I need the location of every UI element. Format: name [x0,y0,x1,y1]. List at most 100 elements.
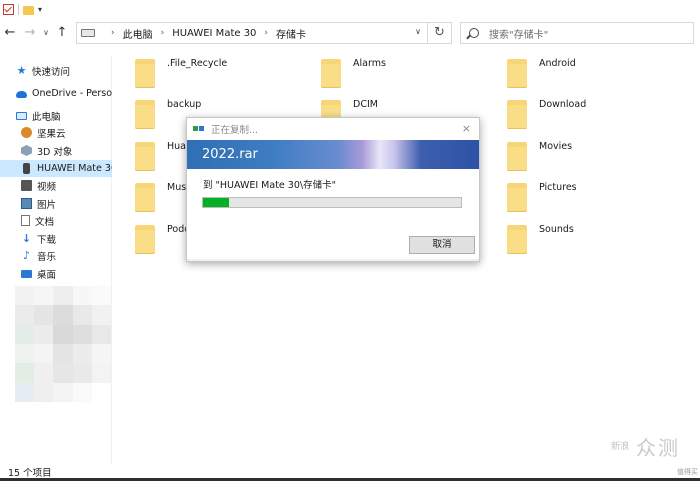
folder-name: Android [539,58,576,69]
folder-name: DCIM [353,99,378,110]
folder-icon [321,58,341,88]
folder-name: Pictures [539,182,577,193]
watermark-text: 众测 [636,436,680,460]
sidebar-item-label: 文档 [35,216,55,228]
picture-icon [21,198,32,209]
folder-name: Download [539,99,587,110]
folder-name: backup [167,99,202,110]
close-icon[interactable]: × [462,122,471,135]
watermark-stamp: 新浪 [610,441,629,452]
sidebar-item-label: 视频 [37,181,57,193]
address-bar[interactable]: › 此电脑 › HUAWEI Mate 30 › 存储卡 ∨ [76,22,428,44]
folder-item[interactable]: Android [507,56,677,90]
folder-item[interactable]: Download [507,97,677,131]
folder-item[interactable]: Sounds [507,222,677,256]
folder-name: Sounds [539,224,574,235]
folder-icon[interactable] [23,5,34,15]
recent-locations-button[interactable]: ∨ [40,18,52,48]
status-item-count: 15 个项目 [8,468,52,479]
copy-progress-dialog: 正在复制... × 2022.rar 到 "HUAWEI Mate 30\存储卡… [186,117,480,262]
breadcrumb-device[interactable]: HUAWEI Mate 30 [172,28,256,39]
chevron-right-icon[interactable]: › [264,28,268,38]
folder-icon [135,141,155,171]
folder-name: .File_Recycle [167,58,228,69]
breadcrumb-storage-card[interactable]: 存储卡 [276,26,306,41]
redacted-drive-list [15,286,111,402]
progress-fill [203,198,229,207]
watermark: 新浪 众测 [610,432,680,461]
sidebar-item-label: 此电脑 [32,111,61,123]
progress-bar [202,197,462,208]
folder-icon [135,224,155,254]
drive-icon [81,29,95,37]
sidebar-item-pictures[interactable]: 图片 [0,195,112,212]
dropdown-arrow-icon[interactable]: ▾ [38,4,42,15]
nut-icon [21,127,32,138]
sidebar-item-label: OneDrive - Persona [32,88,112,99]
folder-icon [507,58,527,88]
folder-icon [135,182,155,212]
separator [18,3,19,15]
document-icon [21,215,30,226]
sidebar-item-nutstore[interactable]: 坚果云 [0,124,112,141]
sidebar-item-videos[interactable]: 视频 [0,177,112,194]
dialog-title: 正在复制... [211,125,259,136]
copy-destination: 到 "HUAWEI Mate 30\存储卡" [203,180,336,191]
cube-icon [21,145,32,156]
folder-icon [135,58,155,88]
download-icon: ↓ [21,232,32,245]
sidebar-item-this-pc[interactable]: 此电脑 [0,107,112,124]
checkbox-icon[interactable] [3,3,14,15]
folder-icon [507,182,527,212]
video-icon [21,180,32,191]
folder-item[interactable]: Pictures [507,180,677,214]
sidebar-item-onedrive[interactable]: OneDrive - Persona [0,85,112,102]
watermark-small: 值得买 [677,468,698,476]
sidebar-item-label: 坚果云 [37,128,66,140]
folder-name: Alarms [353,58,386,69]
sidebar-item-documents[interactable]: 文档 [0,212,112,229]
sidebar-item-huawei-mate-30[interactable]: HUAWEI Mate 30 [0,160,112,177]
star-icon: ★ [16,64,27,77]
folder-name: Movies [539,141,573,152]
sidebar-item-desktop[interactable]: 桌面 [0,265,112,282]
computer-icon [16,111,27,120]
forward-button[interactable]: → [20,18,40,48]
chevron-right-icon[interactable]: › [161,28,165,38]
folder-icon [507,141,527,171]
cancel-button[interactable]: 取消 [409,236,475,254]
cloud-icon [16,91,27,98]
sidebar-item-downloads[interactable]: ↓ 下载 [0,230,112,247]
title-bar: ▾ [0,0,700,18]
search-icon [469,28,479,38]
folder-icon [507,99,527,129]
search-box[interactable]: 搜索"存储卡" [460,22,694,44]
breadcrumb-this-pc[interactable]: 此电脑 [123,26,153,41]
sidebar-item-label: 音乐 [37,251,57,263]
navigation-pane: ★ 快速访问 OneDrive - Persona 此电脑 坚果云 3D 对象 … [0,56,112,464]
sidebar-item-music[interactable]: ♪ 音乐 [0,247,112,264]
dialog-title-bar[interactable]: 正在复制... × [187,118,479,140]
copy-icon [193,125,205,133]
up-button[interactable]: ↑ [52,18,72,48]
sidebar-item-3d-objects[interactable]: 3D 对象 [0,142,112,159]
copy-file-name: 2022.rar [202,147,258,162]
chevron-right-icon[interactable]: › [111,28,115,38]
folder-item[interactable]: .File_Recycle [135,56,305,90]
desktop-icon [21,270,32,278]
music-icon: ♪ [22,249,31,262]
sidebar-item-label: 3D 对象 [37,146,73,158]
refresh-button[interactable]: ↻ [428,22,452,44]
folder-icon [135,99,155,129]
back-button[interactable]: ← [0,18,20,48]
chevron-down-icon[interactable]: ∨ [415,27,421,36]
search-placeholder[interactable]: 搜索"存储卡" [489,26,548,41]
sidebar-item-label: HUAWEI Mate 30 [37,163,112,174]
phone-icon [23,163,30,174]
folder-item[interactable]: Alarms [321,56,491,90]
folder-icon [507,224,527,254]
navigation-bar: ← → ∨ ↑ › 此电脑 › HUAWEI Mate 30 › 存储卡 ∨ ↻… [0,18,700,48]
folder-item[interactable]: Movies [507,139,677,173]
sidebar-item-label: 下载 [37,234,57,246]
sidebar-item-quick-access[interactable]: ★ 快速访问 [0,62,112,79]
